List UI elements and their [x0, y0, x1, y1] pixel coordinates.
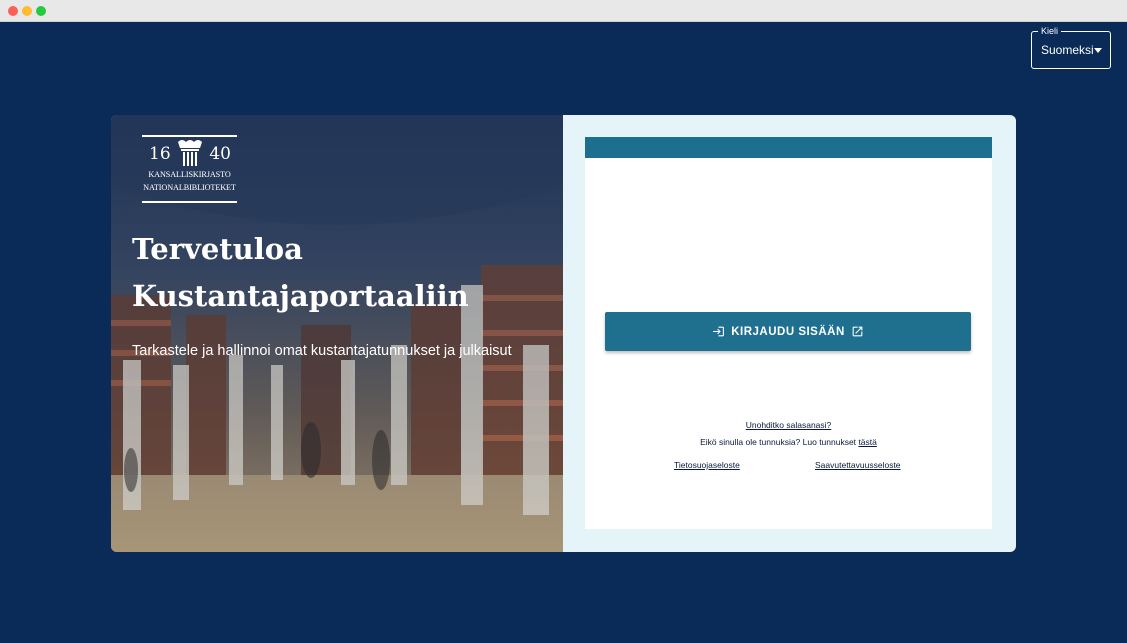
close-window-button[interactable]	[8, 6, 18, 16]
page-title-line-2: Kustantajaportaaliin	[132, 279, 469, 313]
minimize-window-button[interactable]	[22, 6, 32, 16]
forgot-password-row: Unohditko salasanasi?	[585, 415, 992, 433]
logo-name-swedish: NATIONALBIBLIOTEKET	[143, 183, 236, 192]
login-button[interactable]: KIRJAUDU SISÄÄN	[605, 312, 971, 351]
logo-rule-bottom	[142, 201, 237, 203]
logo-name-finnish: KANSALLISKIRJASTO	[148, 170, 231, 179]
register-link[interactable]: tästä	[858, 437, 876, 447]
page-title: Tervetuloa Kustantajaportaaliin	[132, 226, 552, 320]
login-panel: KIRJAUDU SISÄÄN Unohditko salasanasi? Ei…	[585, 137, 992, 529]
login-button-label: KIRJAUDU SISÄÄN	[731, 325, 845, 338]
login-icon	[713, 326, 725, 337]
forgot-password-link[interactable]: Unohditko salasanasi?	[746, 420, 832, 430]
language-select-label: Kieli	[1038, 25, 1062, 37]
page-title-line-1: Tervetuloa	[132, 232, 303, 266]
privacy-policy-link[interactable]: Tietosuojaseloste	[674, 460, 740, 470]
page-subtitle: Tarkastele ja hallinnoi omat kustantajat…	[132, 343, 512, 359]
window-titlebar	[0, 0, 1127, 22]
language-select-value: Suomeksi	[1041, 43, 1094, 57]
external-link-icon	[852, 326, 863, 337]
register-prompt: Eikö sinulla ole tunnuksia? Luo tunnukse…	[700, 437, 857, 447]
logo-year-left: 16	[149, 144, 171, 164]
login-card: 16 40 KANSALLISKIRJASTO NATIONALBIBLIOTE…	[111, 115, 1016, 552]
panel-header-bar	[585, 137, 992, 158]
accessibility-statement-link[interactable]: Saavutettavuusseloste	[815, 460, 901, 470]
chevron-down-icon	[1094, 48, 1102, 53]
register-row: Eikö sinulla ole tunnuksia? Luo tunnukse…	[585, 437, 992, 447]
language-select[interactable]: Kieli Suomeksi	[1031, 25, 1111, 69]
maximize-window-button[interactable]	[36, 6, 46, 16]
logo-year: 16 40	[149, 144, 231, 164]
logo-year-right: 40	[209, 144, 231, 164]
hero-panel: 16 40 KANSALLISKIRJASTO NATIONALBIBLIOTE…	[111, 115, 563, 552]
library-logo: 16 40 KANSALLISKIRJASTO NATIONALBIBLIOTE…	[142, 135, 237, 205]
logo-rule-top	[142, 135, 237, 137]
